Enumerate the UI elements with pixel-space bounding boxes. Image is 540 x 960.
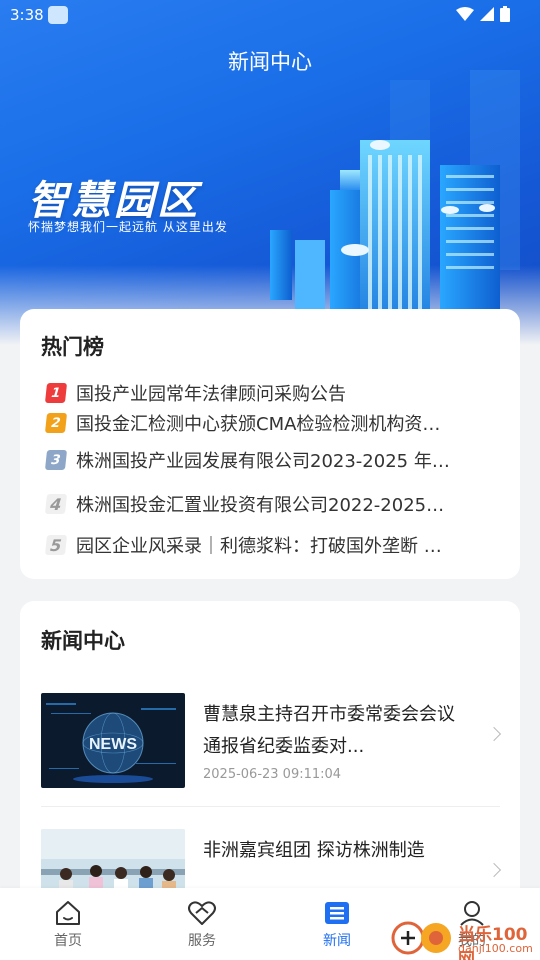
rank-badge: 1	[44, 383, 68, 403]
news-section-title: 新闻中心	[41, 629, 125, 653]
page-title: 新闻中心	[228, 50, 312, 74]
news-thumbnail: NEWS	[41, 693, 185, 788]
banner-slogan: 怀揣梦想我们一起远航 从这里出发	[28, 220, 228, 234]
news-icon	[325, 902, 349, 924]
news-list-item[interactable]: NEWS 曹慧泉主持召开市委常委会会议 通报省纪委监委对... 2025-06-…	[41, 693, 502, 788]
hot-item-title: 株洲国投产业园发展有限公司2023-2025 年…	[76, 451, 450, 472]
chevron-right-icon	[486, 726, 502, 742]
watermark-url: danji100.com	[458, 942, 533, 955]
notification-app-icon	[48, 6, 68, 24]
rank-badge: 2	[44, 413, 68, 433]
hero-banner: 3:38 新闻中心 智慧园区 怀揣梦想我们一起远航 从这里出发	[0, 0, 540, 345]
chevron-right-icon	[486, 862, 502, 878]
news-headline: 非洲嘉宾组团 探访株洲制造	[203, 840, 425, 861]
rank-badge: 5	[44, 535, 68, 555]
nav-news[interactable]: 新闻	[297, 898, 377, 950]
hot-list-item[interactable]: 1 国投产业园常年法律顾问采购公告	[44, 378, 496, 408]
nav-home[interactable]: 首页	[28, 898, 108, 950]
divider	[41, 806, 500, 807]
watermark-logo	[391, 921, 451, 955]
hot-item-title: 株洲国投金汇置业投资有限公司2022-2025…	[76, 495, 445, 516]
city-illustration	[270, 70, 520, 335]
rank-badge: 4	[44, 494, 68, 514]
battery-icon	[500, 6, 510, 22]
news-card: 新闻中心 NEWS 曹慧泉主持召开市委常委会会议 通报省纪委监委对... 202…	[20, 601, 520, 924]
hot-list-item[interactable]: 3 株洲国投产业园发展有限公司2023-2025 年…	[44, 445, 496, 475]
status-bar: 3:38	[0, 0, 540, 32]
hot-item-title: 国投金汇检测中心获颁CMA检验检测机构资…	[76, 414, 441, 435]
thumbnail-caption: NEWS	[89, 736, 137, 753]
hot-list-title: 热门榜	[41, 335, 104, 359]
home-icon	[56, 901, 80, 925]
news-headline: 曹慧泉主持召开市委常委会会议 通报省纪委监委对...	[203, 704, 455, 757]
wifi-icon	[456, 7, 474, 21]
rank-badge: 3	[44, 450, 68, 470]
news-timestamp: 2025-06-23 09:11:04	[203, 767, 342, 782]
hot-list-card: 热门榜 1 国投产业园常年法律顾问采购公告 2 国投金汇检测中心获颁CMA检验检…	[20, 309, 520, 579]
nav-service-label: 服务	[188, 933, 216, 949]
signal-icon	[480, 7, 494, 21]
hot-item-title: 园区企业风采录｜利德浆料：打破国外垄断 …	[76, 536, 442, 557]
nav-home-label: 首页	[54, 933, 82, 949]
nav-news-label: 新闻	[323, 933, 351, 949]
hot-item-title: 国投产业园常年法律顾问采购公告	[76, 384, 346, 405]
status-icons	[456, 6, 510, 22]
nav-service[interactable]: 服务	[162, 898, 242, 950]
hot-list-item[interactable]: 5 园区企业风采录｜利德浆料：打破国外垄断 …	[44, 530, 496, 560]
status-time: 3:38	[10, 6, 44, 24]
site-watermark: 当乐100网 danji100.com	[388, 914, 540, 960]
heart-icon	[188, 901, 216, 925]
hot-list-item[interactable]: 4 株洲国投金汇置业投资有限公司2022-2025…	[44, 489, 496, 519]
hot-list-item[interactable]: 2 国投金汇检测中心获颁CMA检验检测机构资…	[44, 408, 496, 438]
